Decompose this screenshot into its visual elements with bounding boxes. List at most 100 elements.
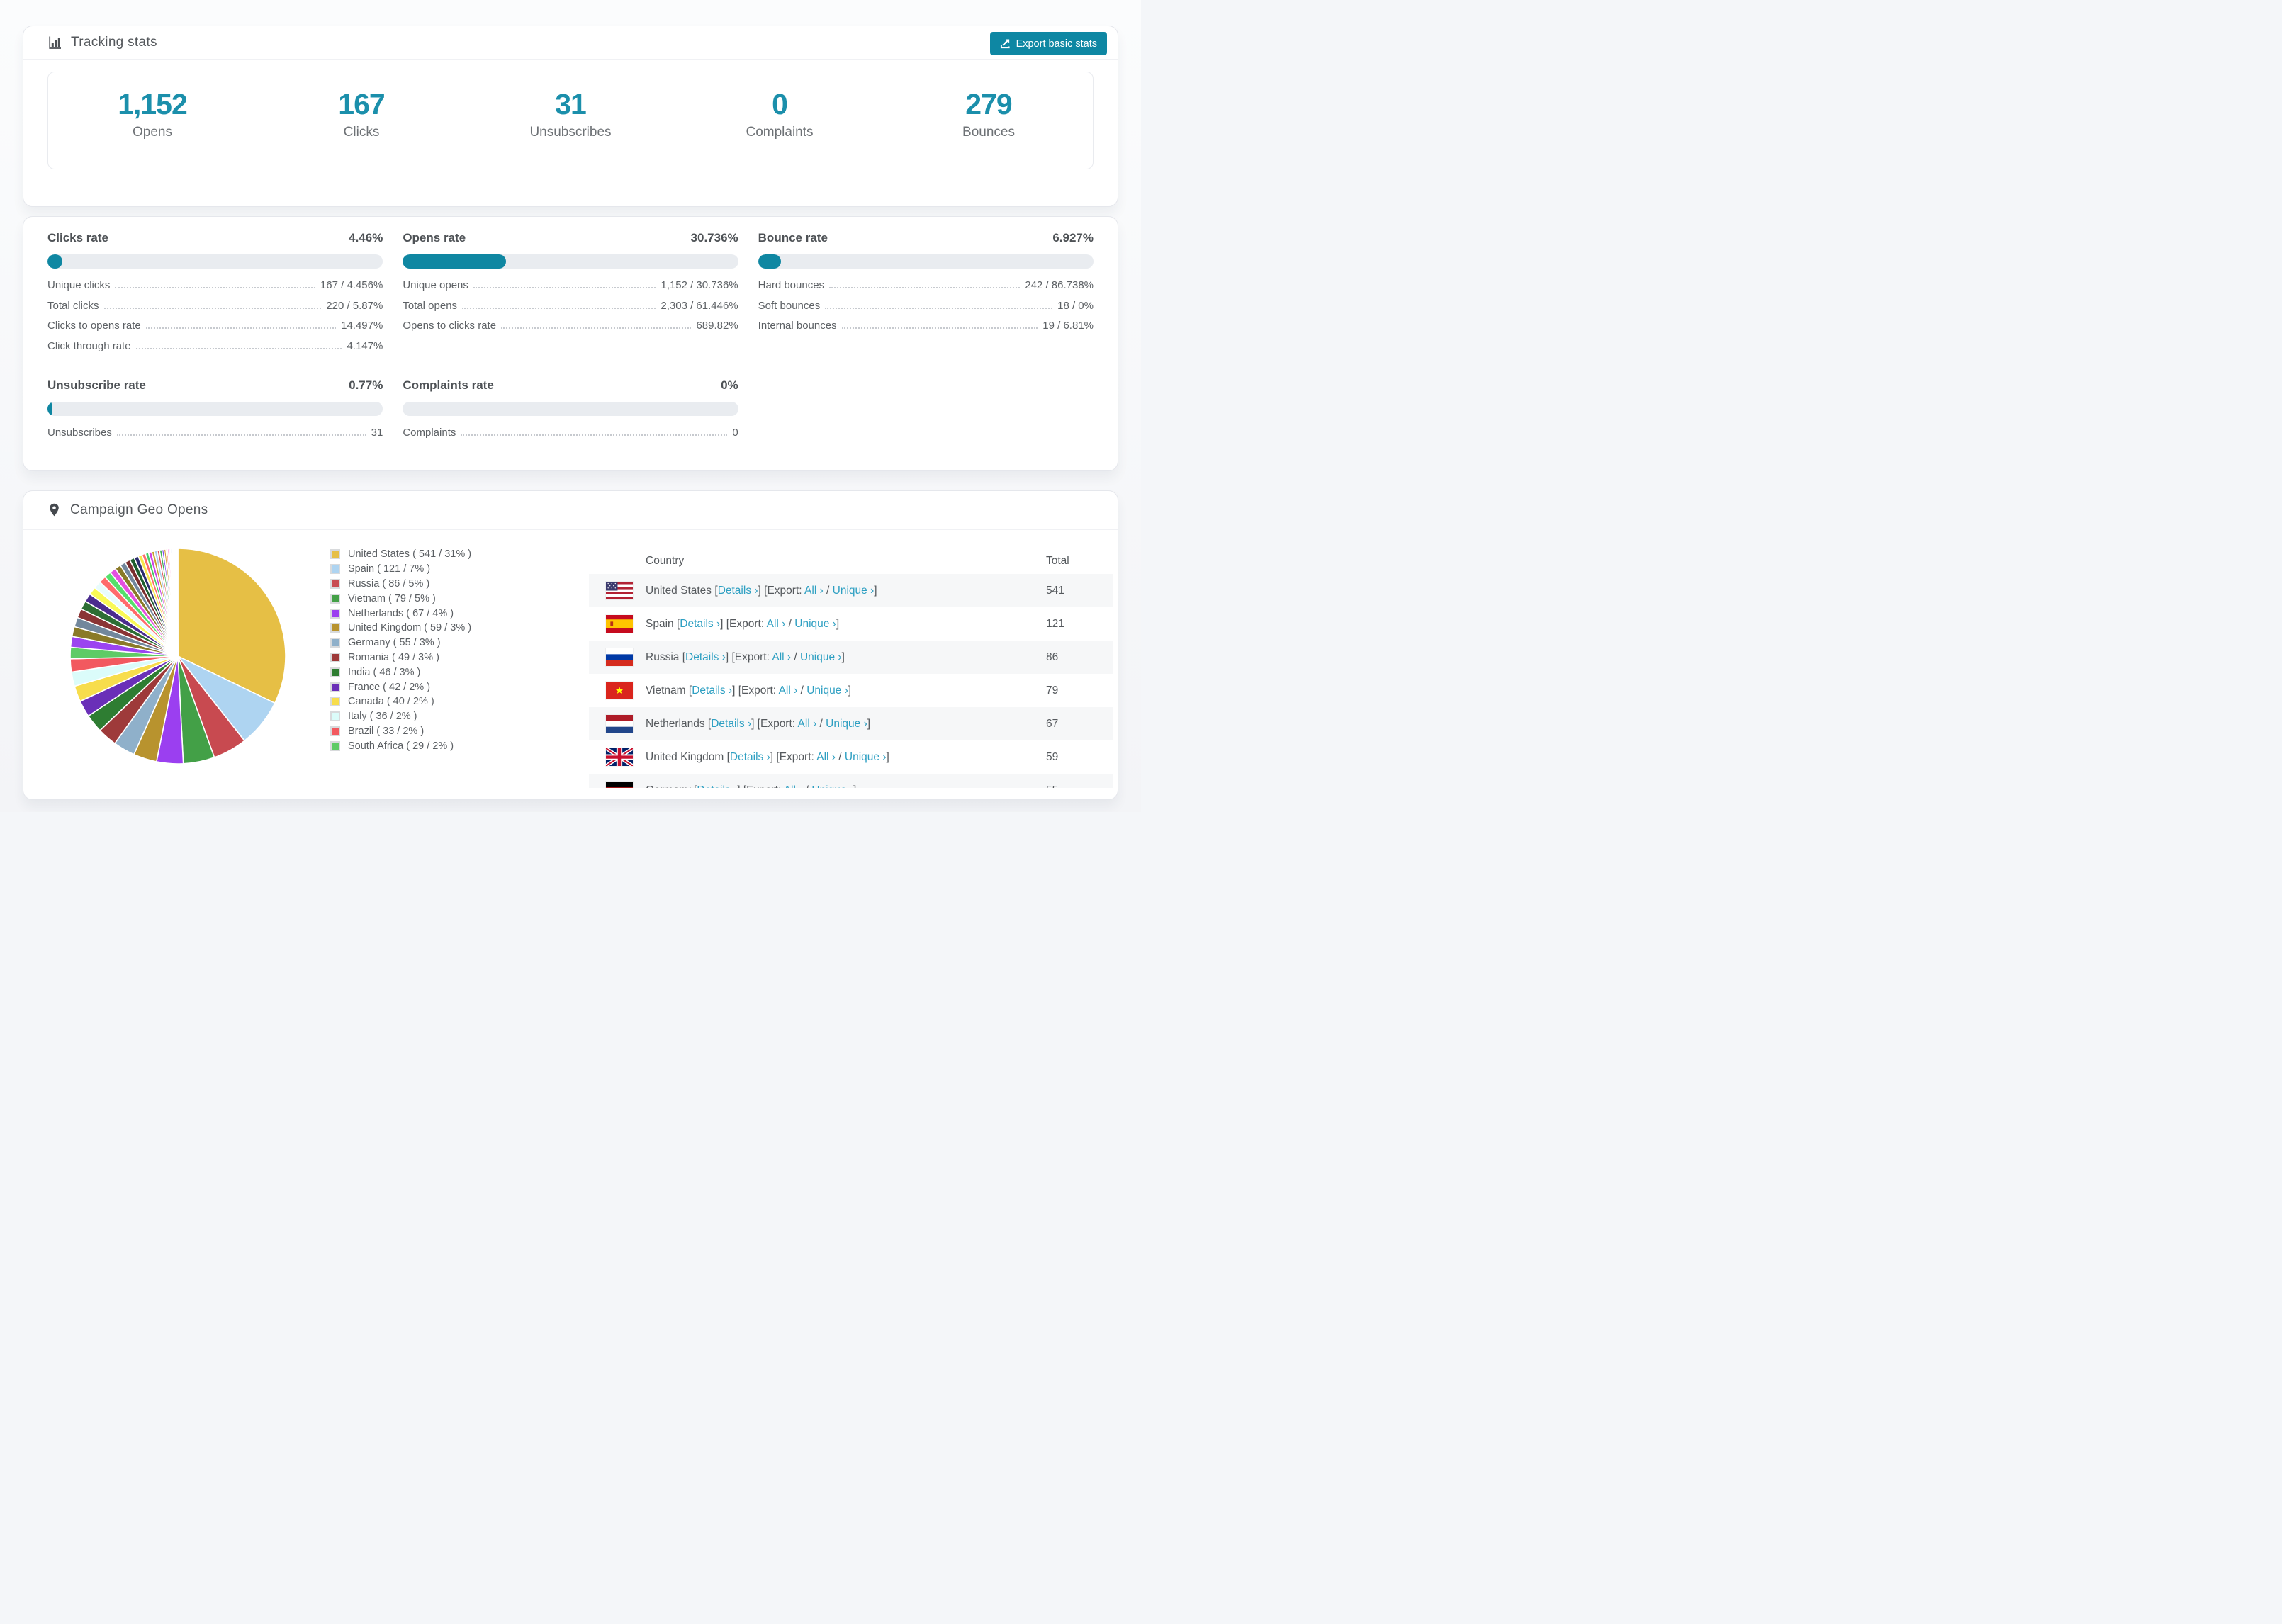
rate-row-label: Internal bounces [758, 320, 837, 332]
geo-total-cell: 59 [1046, 750, 1059, 763]
legend-item-germany: Germany ( 55 / 3% ) [330, 636, 471, 650]
legend-label: United Kingdom ( 59 / 3% ) [348, 622, 472, 634]
details-link[interactable]: Details › [730, 751, 770, 763]
legend-item-vietnam: Vietnam ( 79 / 5% ) [330, 591, 471, 606]
export-unique-link[interactable]: Unique › [845, 751, 887, 763]
rate-row-label: Total clicks [47, 299, 99, 312]
geo-table-row-germany: Germany [Details ›] [Export: All › / Uni… [589, 774, 1113, 788]
stat-label: Unsubscribes [529, 125, 612, 140]
rate-row-label: Unsubscribes [47, 427, 112, 439]
legend-label: Romania ( 49 / 3% ) [348, 651, 439, 663]
export-basic-stats-button[interactable]: Export basic stats [989, 32, 1107, 55]
export-all-link[interactable]: All › [772, 651, 791, 663]
geo-country-cell: Vietnam [Details ›] [Export: All › / Uni… [646, 684, 852, 697]
export-unique-link[interactable]: Unique › [800, 651, 842, 663]
rate-row-value: 689.82% [696, 320, 738, 332]
campaign-geo-opens-card: Campaign Geo Opens United States ( 541 /… [23, 490, 1118, 800]
legend-label: Italy ( 36 / 2% ) [348, 711, 417, 723]
details-link[interactable]: Details › [692, 684, 732, 697]
rate-progress-track [403, 402, 738, 416]
geo-table-row-russia: Russia [Details ›] [Export: All › / Uniq… [589, 641, 1113, 674]
dotted-leader [116, 434, 366, 436]
details-link[interactable]: Details › [718, 585, 758, 597]
geo-country-cell: Russia [Details ›] [Export: All › / Uniq… [646, 650, 845, 663]
export-all-link[interactable]: All › [798, 718, 817, 730]
tracking-stats-header: Tracking stats Export basic stats [23, 26, 1118, 60]
geo-country-cell: United States [Details ›] [Export: All ›… [646, 584, 877, 597]
rate-row-label: Total opens [403, 299, 458, 312]
dotted-leader [829, 287, 1021, 288]
legend-item-canada: Canada ( 40 / 2% ) [330, 694, 471, 709]
rate-row-value: 18 / 0% [1057, 299, 1094, 312]
stat-label: Complaints [746, 125, 814, 140]
geo-table-row-spain: Spain [Details ›] [Export: All › / Uniqu… [589, 607, 1113, 641]
dotted-leader [145, 327, 337, 329]
column-header-total: Total [1046, 554, 1069, 567]
rate-row: Total clicks 220 / 5.87% [47, 300, 383, 320]
legend-swatch [330, 711, 340, 722]
legend-swatch [330, 697, 340, 707]
export-unique-link[interactable]: Unique › [826, 718, 867, 730]
tracking-stats-page: Tracking stats Export basic stats 1,152 O… [0, 0, 1141, 812]
export-all-link[interactable]: All › [784, 784, 803, 789]
rate-value: 0% [721, 378, 738, 392]
rate-row-value: 167 / 4.456% [320, 279, 383, 291]
geo-title: Campaign Geo Opens [70, 502, 208, 517]
export-all-link[interactable]: All › [779, 684, 798, 697]
de-flag-icon [606, 782, 633, 788]
stat-cell-clicks: 167 Clicks [257, 72, 466, 169]
legend-label: Canada ( 40 / 2% ) [348, 696, 434, 708]
export-all-link[interactable]: All › [816, 751, 836, 763]
tracking-stats-card: Tracking stats Export basic stats 1,152 O… [23, 26, 1118, 207]
rate-row-label: Unique opens [403, 279, 468, 291]
legend-item-brazil: Brazil ( 33 / 2% ) [330, 724, 471, 739]
details-link[interactable]: Details › [711, 718, 751, 730]
stat-cell-unsubscribes: 31 Unsubscribes [466, 72, 675, 169]
rate-head: Clicks rate 4.46% [47, 231, 383, 245]
rate-title: Clicks rate [47, 231, 108, 244]
vn-flag-icon [606, 682, 633, 699]
stat-label: Clicks [343, 125, 380, 140]
legend-swatch [330, 564, 340, 575]
geo-header: Campaign Geo Opens [23, 491, 1118, 530]
export-unique-link[interactable]: Unique › [806, 684, 848, 697]
stat-value: 1,152 [118, 88, 188, 120]
rate-progress-track [403, 254, 738, 269]
rate-row-label: Unique clicks [47, 279, 111, 291]
export-unique-link[interactable]: Unique › [811, 784, 853, 789]
geo-country-cell: Spain [Details ›] [Export: All › / Uniqu… [646, 617, 840, 630]
rate-section-unsubscribe-rate: Unsubscribe rate 0.77% Unsubscribes 31 [47, 378, 383, 447]
export-icon [1000, 38, 1011, 49]
legend-swatch [330, 638, 340, 648]
rate-head: Unsubscribe rate 0.77% [47, 378, 383, 393]
legend-item-united-kingdom: United Kingdom ( 59 / 3% ) [330, 621, 471, 636]
geo-table-header: Country Total [589, 548, 1113, 574]
details-link[interactable]: Details › [680, 618, 720, 630]
rate-row-value: 14.497% [341, 320, 383, 332]
dotted-leader [461, 434, 728, 436]
rate-head: Opens rate 30.736% [403, 231, 738, 245]
rate-row: Unique opens 1,152 / 30.736% [403, 279, 738, 300]
details-link[interactable]: Details › [685, 651, 726, 663]
geo-total-cell: 541 [1046, 584, 1064, 597]
rate-row-label: Hard bounces [758, 279, 825, 291]
export-unique-link[interactable]: Unique › [794, 618, 836, 630]
geo-total-cell: 55 [1046, 784, 1113, 789]
rate-rows: Unique opens 1,152 / 30.736% Total opens… [403, 279, 738, 340]
export-all-link[interactable]: All › [767, 618, 786, 630]
legend-swatch [330, 682, 340, 692]
rates-card: Clicks rate 4.46% Unique clicks 167 / 4.… [23, 216, 1118, 471]
details-link[interactable]: Details › [697, 784, 737, 789]
export-all-link[interactable]: All › [804, 585, 824, 597]
rate-row: Clicks to opens rate 14.497% [47, 320, 383, 340]
dotted-leader [501, 327, 692, 329]
legend-item-india: India ( 46 / 3% ) [330, 665, 471, 680]
rate-progress-fill [47, 254, 63, 269]
geo-table: Country Total United States [Details ›] … [589, 548, 1113, 788]
geo-table-row-vietnam: Vietnam [Details ›] [Export: All › / Uni… [589, 674, 1113, 707]
rate-title: Opens rate [403, 231, 466, 244]
rate-rows: Hard bounces 242 / 86.738% Soft bounces … [758, 279, 1094, 340]
export-unique-link[interactable]: Unique › [833, 585, 875, 597]
rate-row: Internal bounces 19 / 6.81% [758, 320, 1094, 340]
pie-slice [176, 548, 179, 657]
